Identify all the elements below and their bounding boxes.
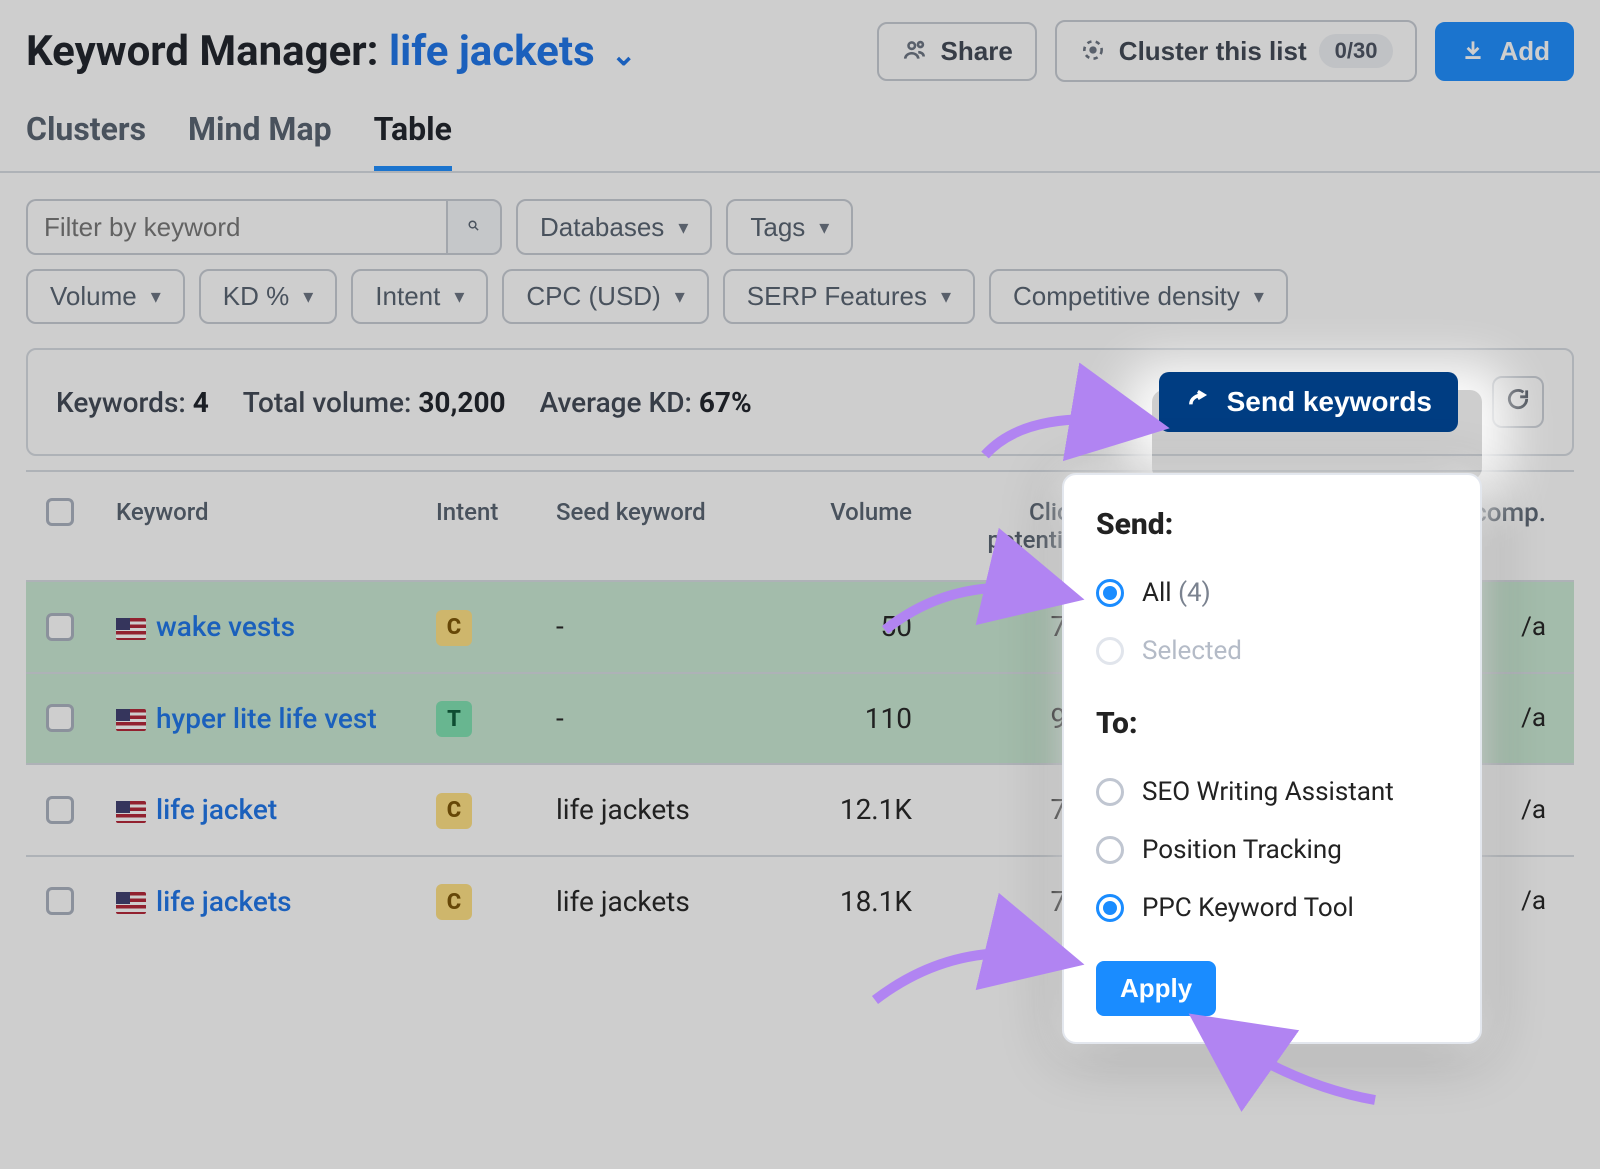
tab-mindmap[interactable]: Mind Map <box>188 110 332 171</box>
send-keywords-button[interactable]: Send keywords <box>1159 372 1458 432</box>
total-volume-value: 30,200 <box>418 386 505 419</box>
to-heading: To: <box>1096 706 1448 741</box>
cluster-button[interactable]: Cluster this list 0/30 <box>1055 20 1418 82</box>
intent-badge: C <box>436 884 472 920</box>
volume-value: 12.1K <box>766 793 936 826</box>
tab-table[interactable]: Table <box>374 110 452 171</box>
radio-icon <box>1096 894 1124 922</box>
toolbar-row-2: Volume▾ KD %▾ Intent▾ CPC (USD)▾ SERP Fe… <box>0 255 1600 348</box>
chevron-down-icon: ▾ <box>303 284 313 309</box>
toolbar-row-1: Databases ▾ Tags ▾ <box>0 173 1600 255</box>
intent-badge: T <box>436 701 472 737</box>
us-flag-icon <box>116 892 146 914</box>
chevron-down-icon[interactable]: ⌄ <box>611 38 636 73</box>
chevron-down-icon: ▾ <box>454 284 464 309</box>
keywords-label: Keywords: <box>56 386 186 419</box>
chevron-down-icon: ▾ <box>678 215 688 240</box>
option-selected: Selected <box>1096 622 1448 680</box>
databases-filter[interactable]: Databases ▾ <box>516 199 712 255</box>
apply-button[interactable]: Apply <box>1096 961 1216 1016</box>
tabs: Clusters Mind Map Table <box>0 100 1600 173</box>
row-checkbox[interactable] <box>46 796 74 824</box>
col-keyword[interactable]: Keyword <box>116 498 436 526</box>
chevron-down-icon: ▾ <box>819 215 829 240</box>
to-option[interactable]: SEO Writing Assistant <box>1096 763 1448 821</box>
filter-volume[interactable]: Volume▾ <box>26 269 185 324</box>
radio-icon <box>1096 836 1124 864</box>
to-option[interactable]: Position Tracking <box>1096 821 1448 879</box>
title: Keyword Manager: life jackets ⌄ <box>26 27 636 76</box>
search-icon <box>467 219 480 235</box>
chevron-down-icon: ▾ <box>1254 284 1264 309</box>
to-option[interactable]: PPC Keyword Tool <box>1096 879 1448 937</box>
seed-keyword: life jackets <box>556 793 766 826</box>
intent-badge: C <box>436 610 472 646</box>
option-all[interactable]: All (4) <box>1096 564 1448 622</box>
search-button[interactable] <box>446 199 502 255</box>
send-keywords-label: Send keywords <box>1227 386 1432 418</box>
cluster-label: Cluster this list <box>1119 36 1307 67</box>
us-flag-icon <box>116 709 146 731</box>
row-checkbox[interactable] <box>46 613 74 641</box>
people-icon <box>901 37 929 65</box>
seed-keyword: - <box>556 702 766 735</box>
tab-clusters[interactable]: Clusters <box>26 110 146 171</box>
total-volume-label: Total volume: <box>243 386 412 419</box>
filter-comp-density[interactable]: Competitive density▾ <box>989 269 1288 324</box>
volume-value: 50 <box>766 610 936 643</box>
intent-badge: C <box>436 793 472 829</box>
send-popup: Send: All (4) Selected To: SEO Writing A… <box>1062 473 1482 1044</box>
keyword-link[interactable]: life jacket <box>156 793 277 826</box>
title-topic[interactable]: life jackets <box>389 27 595 76</box>
filter-cpc[interactable]: CPC (USD)▾ <box>502 269 708 324</box>
filter-kd[interactable]: KD %▾ <box>199 269 338 324</box>
chevron-down-icon: ▾ <box>151 284 161 309</box>
volume-value: 110 <box>766 702 936 735</box>
filter-intent[interactable]: Intent▾ <box>351 269 488 324</box>
refresh-button[interactable] <box>1492 376 1544 428</box>
us-flag-icon <box>116 618 146 640</box>
send-heading: Send: <box>1096 507 1448 542</box>
share-label: Share <box>941 36 1013 67</box>
title-prefix: Keyword Manager: <box>26 27 379 76</box>
seed-keyword: life jackets <box>556 885 766 918</box>
keyword-link[interactable]: life jackets <box>156 885 292 918</box>
download-icon <box>1459 37 1487 65</box>
avg-kd-value: 67% <box>699 386 752 419</box>
add-label: Add <box>1499 36 1550 67</box>
stats-bar: Keywords: 4 Total volume: 30,200 Average… <box>26 348 1574 456</box>
send-arrow-icon <box>1185 388 1213 416</box>
row-checkbox[interactable] <box>46 887 74 915</box>
filter-input[interactable] <box>26 199 446 255</box>
seed-keyword: - <box>556 610 766 643</box>
cluster-badge: 0/30 <box>1319 34 1394 68</box>
tags-filter[interactable]: Tags ▾ <box>726 199 853 255</box>
filter-serp[interactable]: SERP Features▾ <box>723 269 975 324</box>
chevron-down-icon: ▾ <box>941 284 951 309</box>
share-button[interactable]: Share <box>877 22 1037 81</box>
cluster-icon <box>1079 37 1107 65</box>
header-bar: Keyword Manager: life jackets ⌄ Share Cl… <box>0 0 1600 100</box>
radio-icon <box>1096 579 1124 607</box>
keywords-value: 4 <box>193 386 209 419</box>
radio-icon <box>1096 637 1124 665</box>
keyword-link[interactable]: wake vests <box>156 610 295 643</box>
volume-value: 18.1K <box>766 885 936 918</box>
refresh-icon <box>1505 386 1531 419</box>
row-checkbox[interactable] <box>46 704 74 732</box>
chevron-down-icon: ▾ <box>675 284 685 309</box>
keyword-link[interactable]: hyper lite life vest <box>156 702 377 735</box>
select-all-checkbox[interactable] <box>46 498 74 526</box>
avg-kd-label: Average KD: <box>540 386 692 419</box>
col-intent[interactable]: Intent <box>436 498 556 526</box>
col-volume[interactable]: Volume <box>766 498 936 526</box>
add-button[interactable]: Add <box>1435 22 1574 81</box>
us-flag-icon <box>116 801 146 823</box>
radio-icon <box>1096 778 1124 806</box>
col-seed[interactable]: Seed keyword <box>556 498 766 526</box>
